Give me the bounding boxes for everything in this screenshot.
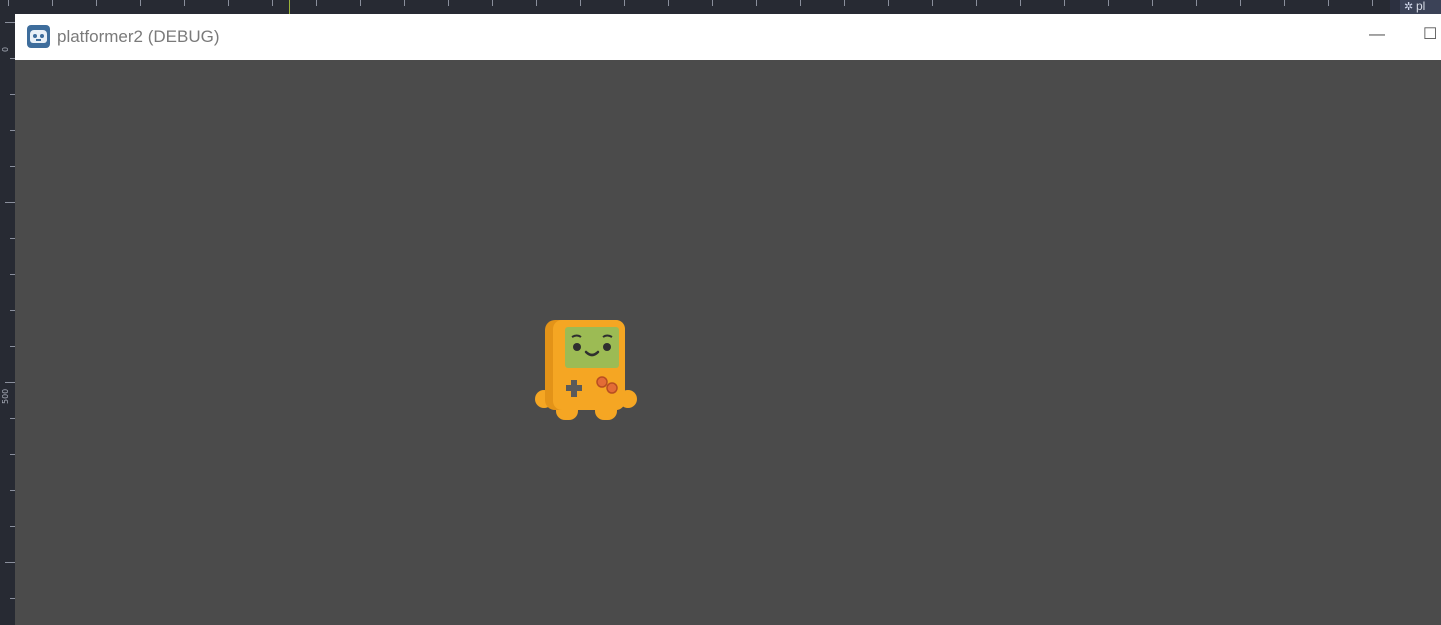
ruler-guide	[289, 0, 290, 14]
ruler-tick	[404, 0, 405, 6]
ruler-tick	[272, 0, 273, 6]
game-window: platformer2 (DEBUG) — ☐	[15, 14, 1441, 625]
ruler-tick	[712, 0, 713, 6]
ruler-tick	[932, 0, 933, 6]
ruler-tick	[844, 0, 845, 6]
ruler-tick	[96, 0, 97, 6]
ruler-tick	[1328, 0, 1329, 6]
editor-right-panel: ✲ pl	[1390, 0, 1441, 14]
ruler-tick	[184, 0, 185, 6]
ruler-tick	[5, 22, 15, 23]
ruler-tick	[1372, 0, 1373, 6]
ruler-tick	[1284, 0, 1285, 6]
ruler-tick	[976, 0, 977, 6]
window-title: platformer2 (DEBUG)	[57, 27, 220, 46]
ruler-tick	[668, 0, 669, 6]
ruler-tick	[448, 0, 449, 6]
maximize-button[interactable]: ☐	[1423, 14, 1441, 60]
ruler-tick	[228, 0, 229, 6]
ruler-tick	[1152, 0, 1153, 6]
ruler-tick	[624, 0, 625, 6]
ruler-tick	[360, 0, 361, 6]
top-ruler	[0, 0, 1390, 15]
ruler-tick	[888, 0, 889, 6]
ruler-tick	[492, 0, 493, 6]
ruler-tick	[800, 0, 801, 6]
ruler-tick	[52, 0, 53, 6]
ruler-tick	[1196, 0, 1197, 6]
left-ruler: 0 500	[0, 14, 16, 625]
ruler-tick	[140, 0, 141, 6]
ruler-tick	[1020, 0, 1021, 6]
ruler-tick	[316, 0, 317, 6]
ruler-tick	[5, 202, 15, 203]
ruler-tick	[1064, 0, 1065, 6]
ruler-label-0: 0	[1, 46, 10, 52]
ruler-tick	[5, 382, 15, 383]
node-icon: ✲	[1404, 1, 1414, 13]
ruler-tick	[1108, 0, 1109, 6]
scene-tab[interactable]: ✲ pl	[1400, 0, 1441, 14]
ruler-tick	[5, 562, 15, 563]
ruler-tick	[580, 0, 581, 6]
ruler-tick	[8, 0, 9, 6]
ruler-tick	[536, 0, 537, 6]
handheld-console-character-icon	[535, 320, 637, 420]
game-viewport[interactable]	[15, 60, 1441, 625]
scene-tab-label: pl	[1416, 0, 1426, 13]
ruler-label-500: 500	[1, 388, 10, 404]
window-titlebar[interactable]: platformer2 (DEBUG) — ☐	[15, 14, 1441, 60]
ruler-tick	[1240, 0, 1241, 6]
minimize-button[interactable]: —	[1354, 14, 1400, 60]
ruler-tick	[756, 0, 757, 6]
godot-app-icon	[27, 25, 50, 48]
